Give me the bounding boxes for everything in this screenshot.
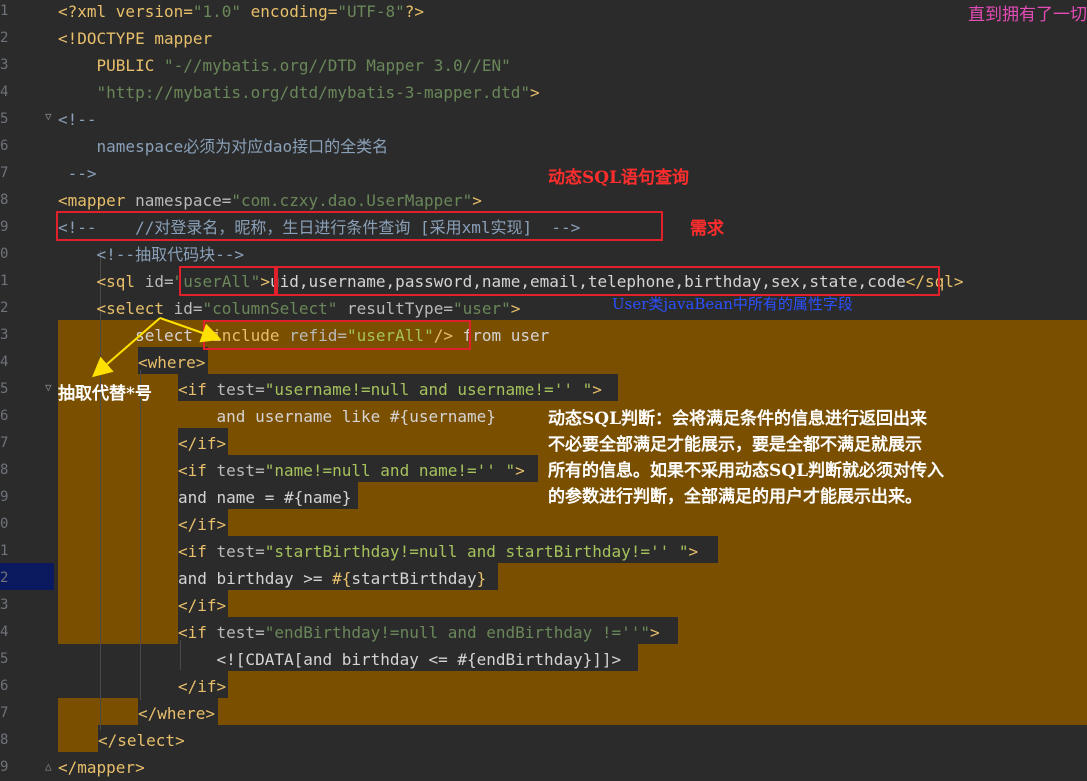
corner-note: 直到拥有了一切 [968, 5, 1087, 25]
requirement-note: 需求 [690, 219, 724, 239]
dynamic-judge-line: 不必要全部满足才能展示，要是全都不满足就展示 [548, 435, 922, 455]
dynamic-judge-line: 所有的信息。如果不采用动态SQL判断就必须对传入 [548, 461, 945, 481]
dynamic-judge-line: 的参数进行判断，全部满足的用户才能展示出来。 [548, 487, 922, 507]
javabean-fields-note: User类javaBean中所有的属性字段 [612, 295, 853, 313]
annotation-arrows [91, 317, 222, 378]
arrow-line [91, 317, 161, 378]
extract-replace-note: 抽取代替*号 [58, 384, 152, 404]
dynamic-judge-note: 动态SQL判断：会将满足条件的信息进行返回出来 不必要全部满足才能展示，要是全都… [548, 406, 944, 510]
dynamic-judge-line: 动态SQL判断：会将满足条件的信息进行返回出来 [548, 409, 928, 429]
arrow-line [159, 317, 222, 343]
dynamic-sql-query-note: 动态SQL语句查询 [548, 168, 690, 188]
